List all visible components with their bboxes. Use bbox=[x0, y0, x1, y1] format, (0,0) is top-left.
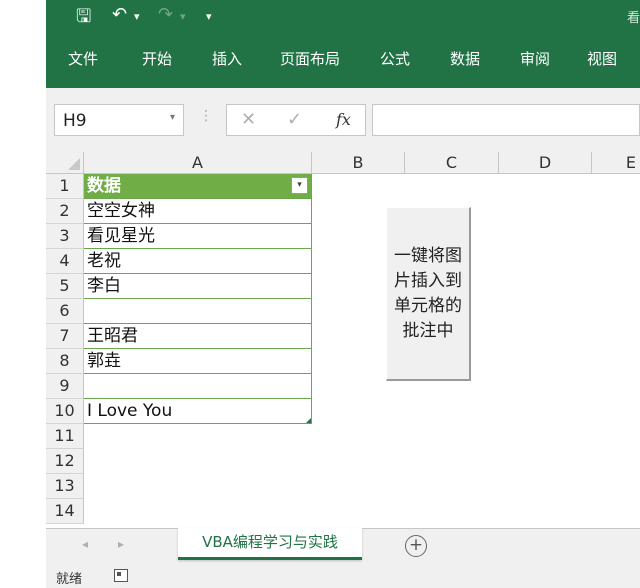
tab-view[interactable]: 视图 bbox=[587, 48, 617, 69]
macro-button[interactable]: 一键将图片插入到单元格的批注中 bbox=[386, 207, 471, 381]
row-header[interactable]: 11 bbox=[46, 424, 84, 449]
table-header-cell[interactable]: 数据 ▾ bbox=[84, 174, 312, 199]
column-header-d[interactable]: D bbox=[499, 152, 592, 174]
customize-toolbar-icon[interactable]: ▾ bbox=[206, 10, 212, 23]
chevron-down-icon[interactable]: ▾ bbox=[170, 112, 175, 123]
name-box-value: H9 bbox=[63, 111, 87, 131]
row-header[interactable]: 3 bbox=[46, 224, 84, 249]
sheet-next-icon[interactable]: ▸ bbox=[118, 537, 124, 551]
table-cell[interactable] bbox=[84, 374, 312, 399]
tab-page-layout[interactable]: 页面布局 bbox=[280, 48, 340, 69]
redo-icon[interactable]: ↷ bbox=[158, 4, 173, 25]
table-header-label: 数据 bbox=[87, 176, 121, 196]
table-cell[interactable]: 李白 bbox=[84, 274, 312, 299]
row-header[interactable]: 5 bbox=[46, 274, 84, 299]
undo-icon[interactable]: ↶ bbox=[112, 4, 127, 25]
worksheet-grid: A B C D E 1 2 3 4 5 6 7 8 9 10 11 12 13 … bbox=[46, 152, 640, 528]
ribbon-tabs: 文件 开始 插入 页面布局 公式 数据 审阅 视图 bbox=[46, 32, 640, 88]
sheet-tab-bar: ◂ ▸ VBA编程学习与实践 + bbox=[46, 528, 640, 564]
column-header-e[interactable]: E bbox=[592, 152, 640, 174]
row-header[interactable]: 8 bbox=[46, 349, 84, 374]
table-cell[interactable]: 老祝 bbox=[84, 249, 312, 274]
select-all-corner[interactable] bbox=[46, 152, 84, 174]
drag-handle-icon[interactable]: ⋮ bbox=[199, 108, 213, 124]
column-header-b[interactable]: B bbox=[312, 152, 405, 174]
row-header[interactable]: 14 bbox=[46, 499, 84, 524]
tab-data[interactable]: 数据 bbox=[450, 48, 480, 69]
sheet-tab[interactable]: VBA编程学习与实践 bbox=[178, 528, 362, 560]
row-header[interactable]: 6 bbox=[46, 299, 84, 324]
row-header[interactable]: 9 bbox=[46, 374, 84, 399]
tab-file[interactable]: 文件 bbox=[68, 48, 98, 69]
tab-insert[interactable]: 插入 bbox=[212, 48, 242, 69]
status-bar: 就绪 bbox=[46, 564, 640, 588]
column-header-c[interactable]: C bbox=[405, 152, 499, 174]
row-header[interactable]: 12 bbox=[46, 449, 84, 474]
formula-bar: H9 ▾ ⋮ ✕ ✓ fx bbox=[46, 94, 640, 152]
insert-function-icon[interactable]: fx bbox=[336, 110, 351, 129]
table-cell[interactable]: 王昭君 bbox=[84, 324, 312, 349]
redo-dropdown-icon[interactable]: ▾ bbox=[180, 10, 186, 23]
tab-home[interactable]: 开始 bbox=[142, 48, 172, 69]
macro-button-label: 一键将图片插入到单元格的批注中 bbox=[394, 245, 462, 341]
table-resize-handle[interactable] bbox=[306, 418, 311, 423]
window-title: 看 bbox=[626, 11, 640, 26]
table-cell[interactable]: 空空女神 bbox=[84, 199, 312, 224]
cancel-icon[interactable]: ✕ bbox=[241, 109, 256, 130]
filter-dropdown-icon[interactable]: ▾ bbox=[291, 177, 308, 194]
row-header[interactable]: 4 bbox=[46, 249, 84, 274]
name-box[interactable]: H9 ▾ bbox=[54, 104, 184, 136]
sheet-prev-icon[interactable]: ◂ bbox=[82, 537, 88, 551]
table-cell-value: I Love You bbox=[87, 401, 173, 421]
table-cell[interactable]: 看见星光 bbox=[84, 224, 312, 249]
row-header[interactable]: 2 bbox=[46, 199, 84, 224]
add-sheet-icon[interactable]: + bbox=[405, 535, 427, 557]
table-cell[interactable]: 郭垚 bbox=[84, 349, 312, 374]
tab-review[interactable]: 审阅 bbox=[520, 48, 550, 69]
row-header[interactable]: 1 bbox=[46, 174, 84, 199]
row-header[interactable]: 10 bbox=[46, 399, 84, 424]
row-header[interactable]: 7 bbox=[46, 324, 84, 349]
table-cell[interactable]: I Love You bbox=[84, 399, 312, 424]
status-text: 就绪 bbox=[56, 572, 83, 587]
tab-formulas[interactable]: 公式 bbox=[380, 48, 410, 69]
formula-input[interactable] bbox=[372, 104, 640, 136]
macro-record-icon[interactable] bbox=[114, 569, 128, 582]
table-cell[interactable] bbox=[84, 299, 312, 324]
save-icon[interactable]: 🖫 bbox=[76, 4, 91, 34]
enter-icon[interactable]: ✓ bbox=[287, 109, 302, 130]
undo-dropdown-icon[interactable]: ▾ bbox=[134, 10, 140, 23]
formula-buttons: ✕ ✓ fx bbox=[226, 104, 366, 136]
title-bar: 🖫 ↶ ▾ ↷ ▾ ▾ 看 bbox=[46, 0, 640, 32]
row-header[interactable]: 13 bbox=[46, 474, 84, 499]
window-left-edge bbox=[0, 0, 46, 588]
column-header-a[interactable]: A bbox=[84, 152, 312, 174]
